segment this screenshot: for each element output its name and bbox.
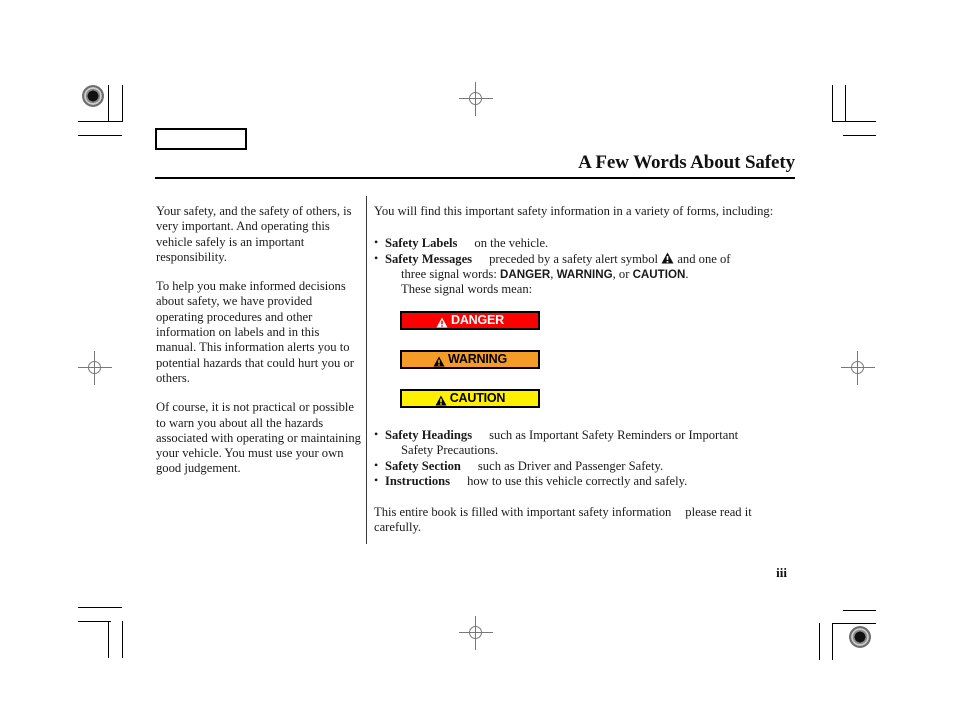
list-item-safety-labels: Safety Labels on the vehicle. [374, 235, 789, 251]
alert-triangle-icon-caution [435, 393, 447, 406]
alert-triangle-icon-warning [433, 354, 445, 367]
page-title: A Few Words About Safety [578, 152, 795, 173]
text-safety-headings: such as Important Safety Reminders or Im… [489, 428, 739, 442]
right-intro-paragraph: You will find this important safety info… [374, 204, 774, 218]
text-instructions: how to use this vehicle correctly and sa… [467, 473, 688, 488]
right-column-lower: Safety Headings such as Important Safety … [374, 427, 789, 536]
signal-separator-1: , [550, 266, 554, 281]
crop-mark-top-left-vertical-inner [108, 85, 109, 122]
crop-mark-bottom-left-horizontal-inner [78, 607, 122, 608]
crop-mark-top-right-vertical-outer [845, 85, 846, 122]
left-paragraph-3: Of course, it is not practical or possib… [156, 400, 361, 476]
term-instructions: Instructions [385, 473, 451, 488]
signal-word-box-group: DANGER WARNING CAUTION [400, 311, 540, 408]
signal-end-period: . [685, 266, 689, 281]
registration-crosshair-right-center [841, 351, 875, 385]
list-item-safety-headings: Safety Headings such as Important Safety … [374, 427, 789, 459]
signal-box-label-danger: DANGER [451, 313, 504, 328]
left-paragraph-2: To help you make informed decisions abou… [156, 279, 354, 385]
left-column: Your safety, and the safety of others, i… [156, 204, 361, 477]
crop-mark-top-right-horizontal-outer [843, 135, 876, 136]
text-before-alert-symbol: preceded by a safety alert symbol [489, 251, 658, 266]
header-divider-rule [155, 177, 795, 179]
registration-target-bottom-right [849, 626, 871, 648]
text-safety-section: such as Driver and Passenger Safety. [477, 458, 664, 473]
crop-mark-bottom-right-horizontal-outer [843, 610, 876, 611]
signal-box-label-warning: WARNING [447, 352, 507, 367]
crop-mark-top-right-vertical-inner [832, 85, 833, 122]
crop-mark-top-left-horizontal-outer [78, 135, 122, 136]
list-item-safety-section: Safety Section such as Driver and Passeng… [374, 458, 789, 474]
crop-mark-bottom-right-vertical-outer [819, 623, 820, 660]
crop-mark-bottom-left-horizontal-outer [78, 621, 111, 622]
page-number: iii [776, 565, 787, 580]
term-safety-section: Safety Section [385, 458, 461, 473]
signal-separator-2: , or [612, 266, 630, 281]
signal-word-caution: CAUTION [632, 267, 686, 281]
crop-mark-top-left-vertical-outer [122, 85, 123, 122]
text-safety-labels: on the vehicle. [474, 236, 549, 251]
text-safety-headings-continuation: Safety Precautions. [401, 443, 499, 458]
registration-crosshair-top-center [459, 82, 493, 116]
term-safety-headings: Safety Headings [385, 428, 473, 442]
signal-box-caution: CAUTION [400, 389, 540, 408]
list-item-instructions: Instructions how to use this vehicle corr… [374, 473, 789, 489]
crop-mark-bottom-left-vertical-outer [122, 621, 123, 658]
safety-forms-list-bottom: Safety Headings such as Important Safety … [374, 427, 789, 489]
safety-messages-continuation: three signal words: DANGER, WARNING, or … [385, 267, 789, 282]
list-item-safety-messages: Safety Messages preceded by a safety aler… [374, 251, 789, 298]
signal-box-warning: WARNING [400, 350, 540, 369]
crop-mark-bottom-right-vertical-inner [832, 623, 833, 660]
closing-text-before: This entire book is filled with importan… [374, 505, 672, 520]
safety-forms-list-top: Safety Labels on the vehicle. Safety Mess… [374, 235, 789, 298]
header-empty-box [155, 128, 247, 150]
column-divider-rule [366, 196, 367, 544]
crop-mark-bottom-left-vertical-inner [108, 621, 109, 658]
closing-paragraph: This entire book is filled with importan… [374, 505, 789, 536]
registration-crosshair-left-center [78, 351, 112, 385]
signal-box-label-caution: CAUTION [449, 391, 506, 406]
alert-triangle-icon-danger [436, 315, 448, 328]
signal-box-danger: DANGER [400, 311, 540, 330]
right-column: You will find this important safety info… [374, 204, 789, 297]
term-safety-messages: Safety Messages [385, 251, 473, 266]
safety-alert-triangle-icon [661, 252, 674, 264]
crop-mark-top-right-horizontal-inner [832, 121, 876, 122]
left-paragraph-1: Your safety, and the safety of others, i… [156, 204, 352, 264]
crop-mark-top-left-horizontal-inner [78, 121, 122, 122]
signal-words-mean-line: These signal words mean: [401, 282, 533, 297]
text-after-alert-symbol: and one of [677, 251, 731, 266]
signal-word-warning: WARNING [556, 267, 613, 281]
registration-target-top-left [82, 85, 104, 107]
text-three-signal-words: three signal words: [401, 266, 497, 281]
signal-word-danger: DANGER [500, 267, 551, 281]
term-safety-labels: Safety Labels [385, 236, 458, 251]
registration-crosshair-bottom-center [459, 616, 493, 650]
crop-mark-bottom-right-horizontal-inner [832, 623, 876, 624]
